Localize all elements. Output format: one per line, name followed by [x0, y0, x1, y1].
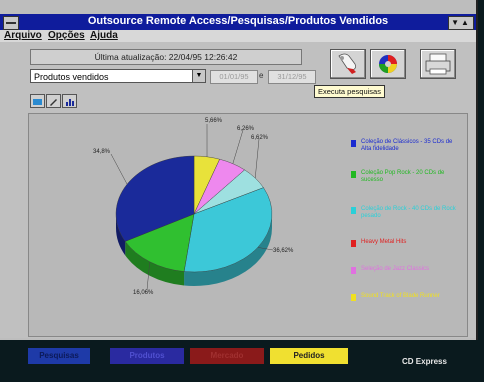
- pie-leader-line-3: [254, 138, 260, 179]
- app-screen: Outsource Remote Access/Pesquisas/Produt…: [0, 0, 478, 340]
- chart-button[interactable]: [62, 94, 77, 108]
- execute-search-button[interactable]: [330, 49, 366, 79]
- menu-bar: Arquivo Opções Ajuda: [0, 30, 476, 42]
- date-connector: e: [259, 71, 264, 80]
- color-palette-button[interactable]: [370, 49, 406, 79]
- print-button[interactable]: [420, 49, 456, 79]
- last-update-label: Última atualização: 22/04/95 12:26:42: [30, 49, 302, 65]
- color-palette-icon: [379, 55, 397, 73]
- menu-opcoes[interactable]: Opções: [48, 30, 85, 41]
- chevron-down-icon[interactable]: ▼: [192, 70, 205, 82]
- legend-item-3: Coleção de Rock - 40 CDs de Rock pesado: [361, 206, 456, 219]
- legend-swatch-3: [351, 207, 356, 214]
- legend-swatch-1: [351, 140, 356, 147]
- printer-icon: [425, 53, 451, 75]
- legend-item-6: Sound Track of Blade Runner: [361, 293, 440, 299]
- edit-icon: [50, 99, 57, 106]
- legend-swatch-6: [351, 294, 356, 301]
- edit-button[interactable]: [46, 94, 61, 108]
- main-panel: Última atualização: 22/04/95 12:26:42 Pr…: [0, 42, 476, 338]
- title-bar: Outsource Remote Access/Pesquisas/Produt…: [0, 14, 476, 30]
- execute-search-icon: [338, 53, 357, 74]
- legend-item-1: Coleção de Clássicos - 35 CDs de Alta fi…: [361, 139, 453, 152]
- chart-icon: [66, 99, 74, 106]
- pie-label-lightcyan: 6,62%: [251, 135, 269, 141]
- tab-produtos[interactable]: Produtos: [110, 348, 184, 364]
- tab-pedidos[interactable]: Pedidos: [270, 348, 348, 364]
- legend-swatch-2: [351, 171, 356, 178]
- legend-item-4: Heavy Metal Hits: [361, 239, 407, 245]
- pie-label-cyan: 36,62%: [273, 248, 294, 254]
- pie-leader-line-2: [232, 129, 244, 164]
- tab-mercado[interactable]: Mercado: [190, 348, 264, 364]
- report-select[interactable]: Produtos vendidos ▼: [30, 69, 206, 83]
- pie-label-pink: 6,26%: [237, 126, 255, 132]
- pie-label-blue: 34,8%: [93, 149, 111, 155]
- brand-label: CD Express: [402, 357, 447, 366]
- pie-leader-line-6: [110, 153, 128, 185]
- menu-ajuda[interactable]: Ajuda: [90, 30, 118, 41]
- legend-swatch-5: [351, 267, 356, 274]
- pie-chart: [110, 123, 274, 291]
- date-from-field[interactable]: 01/01/95: [210, 70, 258, 84]
- view-icon: [33, 99, 42, 105]
- chart-area: 5,66% 6,26% 6,62% 36,62% 16,06% 34,8% Co…: [28, 113, 468, 337]
- legend-item-5: Seleção de Jazz Classics: [361, 266, 430, 272]
- tab-pesquisas[interactable]: Pesquisas: [28, 348, 90, 364]
- pie-label-green: 16,06%: [133, 290, 154, 296]
- legend-swatch-4: [351, 240, 356, 247]
- execute-tooltip: Executa pesquisas: [314, 85, 385, 98]
- window-title: Outsource Remote Access/Pesquisas/Produt…: [87, 15, 389, 27]
- legend-item-2: Coleção Pop Rock - 20 CDs de sucesso: [361, 170, 445, 183]
- menu-arquivo[interactable]: Arquivo: [4, 30, 42, 41]
- report-select-value: Produtos vendidos: [34, 72, 109, 82]
- view-button[interactable]: [30, 94, 45, 108]
- pie-label-yellow: 5,66%: [205, 118, 223, 124]
- date-to-field[interactable]: 31/12/95: [268, 70, 316, 84]
- window-controls-icon[interactable]: ▼▲: [448, 16, 474, 30]
